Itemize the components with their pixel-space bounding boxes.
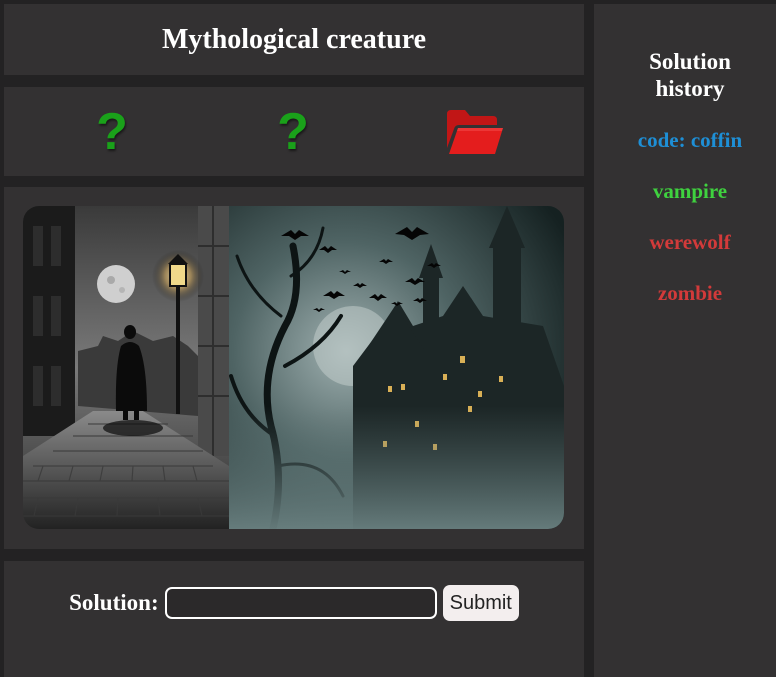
history-item: vampire <box>652 179 728 203</box>
submit-button[interactable]: Submit <box>442 585 519 621</box>
page-title: Mythological creature <box>161 23 427 55</box>
history-title-line-1: Solution <box>649 49 731 74</box>
history-title-line-2: history <box>655 76 725 101</box>
history-item: zombie <box>657 281 723 305</box>
clue-slot-1[interactable]: ? <box>67 87 157 176</box>
solution-input[interactable] <box>164 587 437 619</box>
clue-image <box>23 206 564 529</box>
solution-label: Solution: <box>69 590 159 615</box>
title-panel: Mythological creature <box>4 4 584 75</box>
clue-icons-bar: ? ? <box>4 87 584 176</box>
open-folder-icon <box>447 109 503 154</box>
question-mark-icon: ? <box>277 102 309 161</box>
history-title: Solution history <box>594 48 776 102</box>
question-mark-icon: ? <box>96 102 128 161</box>
image-panel <box>4 187 584 549</box>
solution-panel: Solution: Submit <box>4 561 584 677</box>
clue-slot-2[interactable]: ? <box>248 87 338 176</box>
clue-slot-3[interactable] <box>430 87 520 176</box>
history-item: code: coffin <box>637 128 743 152</box>
solution-form: Solution: Submit <box>4 561 584 645</box>
history-item: werewolf <box>649 230 731 254</box>
solution-history-panel: Solution history code: coffin vampire we… <box>594 4 776 677</box>
